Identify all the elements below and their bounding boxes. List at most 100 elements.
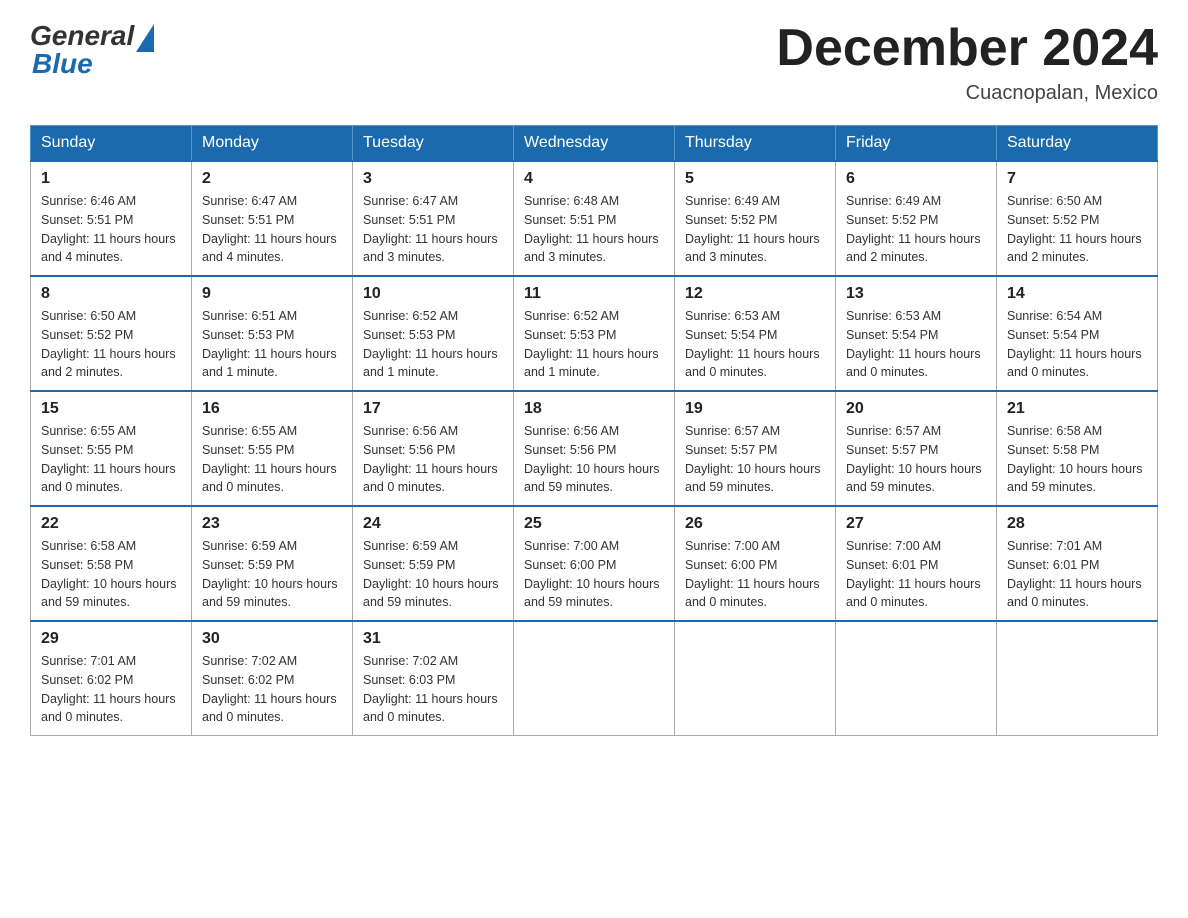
calendar-cell: 21 Sunrise: 6:58 AMSunset: 5:58 PMDayligh…	[997, 391, 1158, 506]
day-info: Sunrise: 6:52 AMSunset: 5:53 PMDaylight:…	[524, 307, 664, 382]
day-number: 22	[41, 515, 181, 533]
day-number: 26	[685, 515, 825, 533]
day-number: 17	[363, 400, 503, 418]
day-info: Sunrise: 6:58 AMSunset: 5:58 PMDaylight:…	[1007, 422, 1147, 497]
calendar-cell: 31Sunrise: 7:02 AMSunset: 6:03 PMDayligh…	[353, 621, 514, 736]
day-info: Sunrise: 7:01 AMSunset: 6:01 PMDaylight:…	[1007, 537, 1147, 612]
week-row-4: 22Sunrise: 6:58 AMSunset: 5:58 PMDayligh…	[31, 506, 1158, 621]
location: Cuacnopalan, Mexico	[776, 82, 1158, 105]
day-info: Sunrise: 6:49 AMSunset: 5:52 PMDaylight:…	[685, 192, 825, 267]
calendar-cell: 3 Sunrise: 6:47 AMSunset: 5:51 PMDaylight…	[353, 161, 514, 276]
day-info: Sunrise: 6:53 AMSunset: 5:54 PMDaylight:…	[846, 307, 986, 382]
column-header-monday: Monday	[192, 126, 353, 162]
day-number: 20	[846, 400, 986, 418]
calendar-cell: 17 Sunrise: 6:56 AMSunset: 5:56 PMDayligh…	[353, 391, 514, 506]
day-number: 7	[1007, 170, 1147, 188]
day-info: Sunrise: 6:56 AMSunset: 5:56 PMDaylight:…	[363, 422, 503, 497]
calendar-cell: 26 Sunrise: 7:00 AMSunset: 6:00 PMDayligh…	[675, 506, 836, 621]
calendar-cell: 7Sunrise: 6:50 AMSunset: 5:52 PMDaylight…	[997, 161, 1158, 276]
calendar-cell: 29 Sunrise: 7:01 AMSunset: 6:02 PMDayligh…	[31, 621, 192, 736]
calendar-cell: 24 Sunrise: 6:59 AMSunset: 5:59 PMDayligh…	[353, 506, 514, 621]
calendar-header-row: SundayMondayTuesdayWednesdayThursdayFrid…	[31, 126, 1158, 162]
day-info: Sunrise: 6:55 AMSunset: 5:55 PMDaylight:…	[41, 422, 181, 497]
day-number: 14	[1007, 285, 1147, 303]
calendar-table: SundayMondayTuesdayWednesdayThursdayFrid…	[30, 125, 1158, 736]
calendar-cell: 6 Sunrise: 6:49 AMSunset: 5:52 PMDaylight…	[836, 161, 997, 276]
calendar-cell: 23 Sunrise: 6:59 AMSunset: 5:59 PMDayligh…	[192, 506, 353, 621]
calendar-cell: 16Sunrise: 6:55 AMSunset: 5:55 PMDayligh…	[192, 391, 353, 506]
logo-arrow-icon	[136, 24, 154, 52]
calendar-cell: 15 Sunrise: 6:55 AMSunset: 5:55 PMDayligh…	[31, 391, 192, 506]
day-number: 13	[846, 285, 986, 303]
day-number: 24	[363, 515, 503, 533]
calendar-cell: 9Sunrise: 6:51 AMSunset: 5:53 PMDaylight…	[192, 276, 353, 391]
day-info: Sunrise: 6:46 AMSunset: 5:51 PMDaylight:…	[41, 192, 181, 267]
day-number: 5	[685, 170, 825, 188]
day-info: Sunrise: 6:57 AMSunset: 5:57 PMDaylight:…	[846, 422, 986, 497]
day-info: Sunrise: 7:00 AMSunset: 6:01 PMDaylight:…	[846, 537, 986, 612]
day-info: Sunrise: 6:53 AMSunset: 5:54 PMDaylight:…	[685, 307, 825, 382]
title-area: December 2024 Cuacnopalan, Mexico	[776, 20, 1158, 105]
day-number: 21	[1007, 400, 1147, 418]
day-info: Sunrise: 6:57 AMSunset: 5:57 PMDaylight:…	[685, 422, 825, 497]
calendar-cell: 4Sunrise: 6:48 AMSunset: 5:51 PMDaylight…	[514, 161, 675, 276]
calendar-cell: 11 Sunrise: 6:52 AMSunset: 5:53 PMDayligh…	[514, 276, 675, 391]
calendar-cell: 2 Sunrise: 6:47 AMSunset: 5:51 PMDaylight…	[192, 161, 353, 276]
calendar-cell	[836, 621, 997, 736]
day-number: 27	[846, 515, 986, 533]
day-number: 29	[41, 630, 181, 648]
day-info: Sunrise: 6:50 AMSunset: 5:52 PMDaylight:…	[41, 307, 181, 382]
day-info: Sunrise: 7:02 AMSunset: 6:03 PMDaylight:…	[363, 652, 503, 727]
calendar-cell: 20 Sunrise: 6:57 AMSunset: 5:57 PMDayligh…	[836, 391, 997, 506]
calendar-cell: 10Sunrise: 6:52 AMSunset: 5:53 PMDayligh…	[353, 276, 514, 391]
day-info: Sunrise: 7:01 AMSunset: 6:02 PMDaylight:…	[41, 652, 181, 727]
day-number: 1	[41, 170, 181, 188]
logo-blue-text: Blue	[32, 48, 93, 80]
day-number: 4	[524, 170, 664, 188]
day-number: 11	[524, 285, 664, 303]
day-info: Sunrise: 6:54 AMSunset: 5:54 PMDaylight:…	[1007, 307, 1147, 382]
calendar-cell	[997, 621, 1158, 736]
day-info: Sunrise: 6:49 AMSunset: 5:52 PMDaylight:…	[846, 192, 986, 267]
day-number: 2	[202, 170, 342, 188]
day-info: Sunrise: 6:47 AMSunset: 5:51 PMDaylight:…	[363, 192, 503, 267]
day-number: 23	[202, 515, 342, 533]
column-header-thursday: Thursday	[675, 126, 836, 162]
column-header-friday: Friday	[836, 126, 997, 162]
page-header: General Blue December 2024 Cuacnopalan, …	[30, 20, 1158, 105]
column-header-sunday: Sunday	[31, 126, 192, 162]
day-number: 9	[202, 285, 342, 303]
week-row-2: 8 Sunrise: 6:50 AMSunset: 5:52 PMDaylight…	[31, 276, 1158, 391]
day-number: 3	[363, 170, 503, 188]
calendar-cell: 27 Sunrise: 7:00 AMSunset: 6:01 PMDayligh…	[836, 506, 997, 621]
day-info: Sunrise: 6:59 AMSunset: 5:59 PMDaylight:…	[202, 537, 342, 612]
day-info: Sunrise: 7:02 AMSunset: 6:02 PMDaylight:…	[202, 652, 342, 727]
calendar-cell: 12 Sunrise: 6:53 AMSunset: 5:54 PMDayligh…	[675, 276, 836, 391]
calendar-cell: 25Sunrise: 7:00 AMSunset: 6:00 PMDayligh…	[514, 506, 675, 621]
day-info: Sunrise: 6:59 AMSunset: 5:59 PMDaylight:…	[363, 537, 503, 612]
day-number: 18	[524, 400, 664, 418]
day-info: Sunrise: 6:52 AMSunset: 5:53 PMDaylight:…	[363, 307, 503, 382]
calendar-cell: 8 Sunrise: 6:50 AMSunset: 5:52 PMDaylight…	[31, 276, 192, 391]
day-number: 30	[202, 630, 342, 648]
calendar-cell	[514, 621, 675, 736]
calendar-cell: 19 Sunrise: 6:57 AMSunset: 5:57 PMDayligh…	[675, 391, 836, 506]
day-info: Sunrise: 6:56 AMSunset: 5:56 PMDaylight:…	[524, 422, 664, 497]
day-number: 15	[41, 400, 181, 418]
day-number: 12	[685, 285, 825, 303]
day-number: 8	[41, 285, 181, 303]
calendar-cell: 30 Sunrise: 7:02 AMSunset: 6:02 PMDayligh…	[192, 621, 353, 736]
day-number: 6	[846, 170, 986, 188]
calendar-cell: 13 Sunrise: 6:53 AMSunset: 5:54 PMDayligh…	[836, 276, 997, 391]
week-row-3: 15 Sunrise: 6:55 AMSunset: 5:55 PMDayligh…	[31, 391, 1158, 506]
column-header-saturday: Saturday	[997, 126, 1158, 162]
day-info: Sunrise: 7:00 AMSunset: 6:00 PMDaylight:…	[685, 537, 825, 612]
day-info: Sunrise: 6:47 AMSunset: 5:51 PMDaylight:…	[202, 192, 342, 267]
day-number: 19	[685, 400, 825, 418]
calendar-cell: 22Sunrise: 6:58 AMSunset: 5:58 PMDayligh…	[31, 506, 192, 621]
calendar-cell: 14 Sunrise: 6:54 AMSunset: 5:54 PMDayligh…	[997, 276, 1158, 391]
calendar-cell	[675, 621, 836, 736]
calendar-cell: 18 Sunrise: 6:56 AMSunset: 5:56 PMDayligh…	[514, 391, 675, 506]
week-row-1: 1 Sunrise: 6:46 AMSunset: 5:51 PMDaylight…	[31, 161, 1158, 276]
day-number: 28	[1007, 515, 1147, 533]
